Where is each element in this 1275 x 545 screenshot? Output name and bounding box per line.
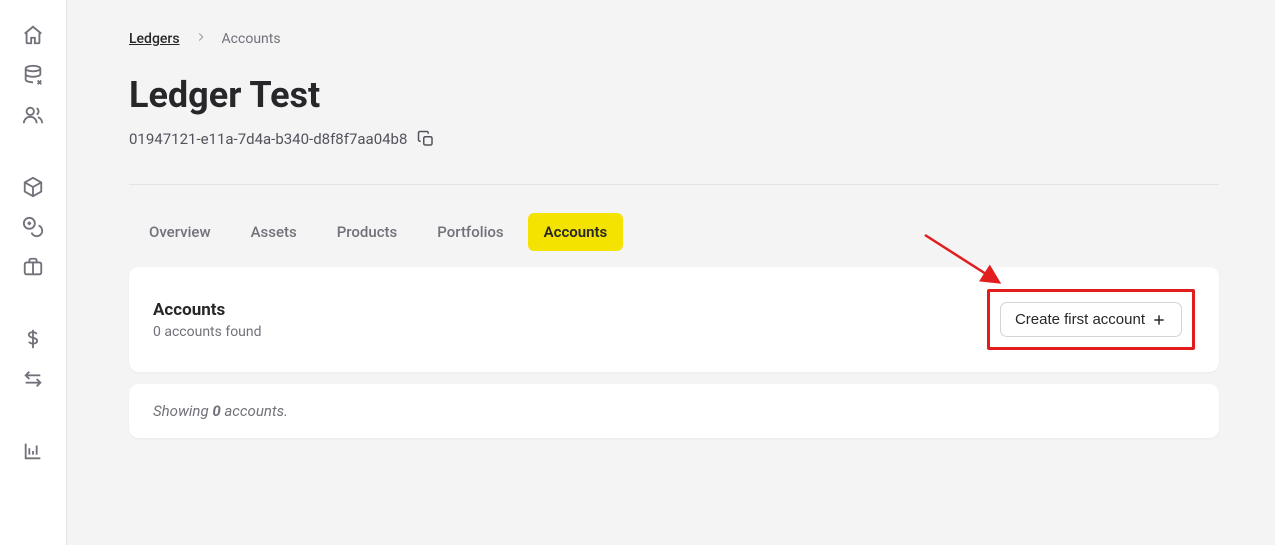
tab-accounts[interactable]: Accounts xyxy=(528,213,624,251)
database-icon[interactable] xyxy=(22,64,44,86)
status-suffix: accounts. xyxy=(221,402,288,420)
create-button-label: Create first account xyxy=(1015,311,1145,328)
plus-icon xyxy=(1151,312,1167,328)
coins-icon[interactable] xyxy=(22,216,44,238)
ledger-id: 01947121-e11a-7d4a-b340-d8f8f7aa04b8 xyxy=(129,130,407,148)
panel-title: Accounts xyxy=(153,300,262,320)
sidebar xyxy=(0,0,67,545)
copy-icon[interactable] xyxy=(417,130,435,148)
create-first-account-button[interactable]: Create first account xyxy=(1000,302,1182,337)
breadcrumb-current: Accounts xyxy=(222,31,281,47)
tab-bar: Overview Assets Products Portfolios Acco… xyxy=(129,213,1219,251)
breadcrumb: Ledgers Accounts xyxy=(129,30,1219,48)
transfer-icon[interactable] xyxy=(22,368,44,390)
status-panel: Showing 0 accounts. xyxy=(129,384,1219,438)
briefcase-icon[interactable] xyxy=(22,256,44,278)
chevron-right-icon xyxy=(194,30,208,48)
accounts-panel: Accounts 0 accounts found Create first a… xyxy=(129,267,1219,372)
bar-chart-icon[interactable] xyxy=(22,440,44,462)
tab-assets[interactable]: Assets xyxy=(235,213,313,251)
tab-overview[interactable]: Overview xyxy=(133,213,227,251)
panel-header: Accounts 0 accounts found xyxy=(153,300,262,340)
annotation-highlight: Create first account xyxy=(987,289,1195,350)
cube-icon[interactable] xyxy=(22,176,44,198)
dollar-icon[interactable] xyxy=(22,328,44,350)
breadcrumb-parent[interactable]: Ledgers xyxy=(129,31,180,47)
page-title: Ledger Test xyxy=(129,74,1219,116)
status-prefix: Showing xyxy=(153,402,212,420)
users-icon[interactable] xyxy=(22,104,44,126)
divider xyxy=(129,184,1219,185)
main-content: Ledgers Accounts Ledger Test 01947121-e1… xyxy=(67,0,1275,545)
tab-products[interactable]: Products xyxy=(321,213,414,251)
ledger-id-row: 01947121-e11a-7d4a-b340-d8f8f7aa04b8 xyxy=(129,130,1219,148)
panel-subtitle: 0 accounts found xyxy=(153,324,262,340)
tab-portfolios[interactable]: Portfolios xyxy=(421,213,519,251)
status-count: 0 xyxy=(212,402,220,420)
home-icon[interactable] xyxy=(22,24,44,46)
